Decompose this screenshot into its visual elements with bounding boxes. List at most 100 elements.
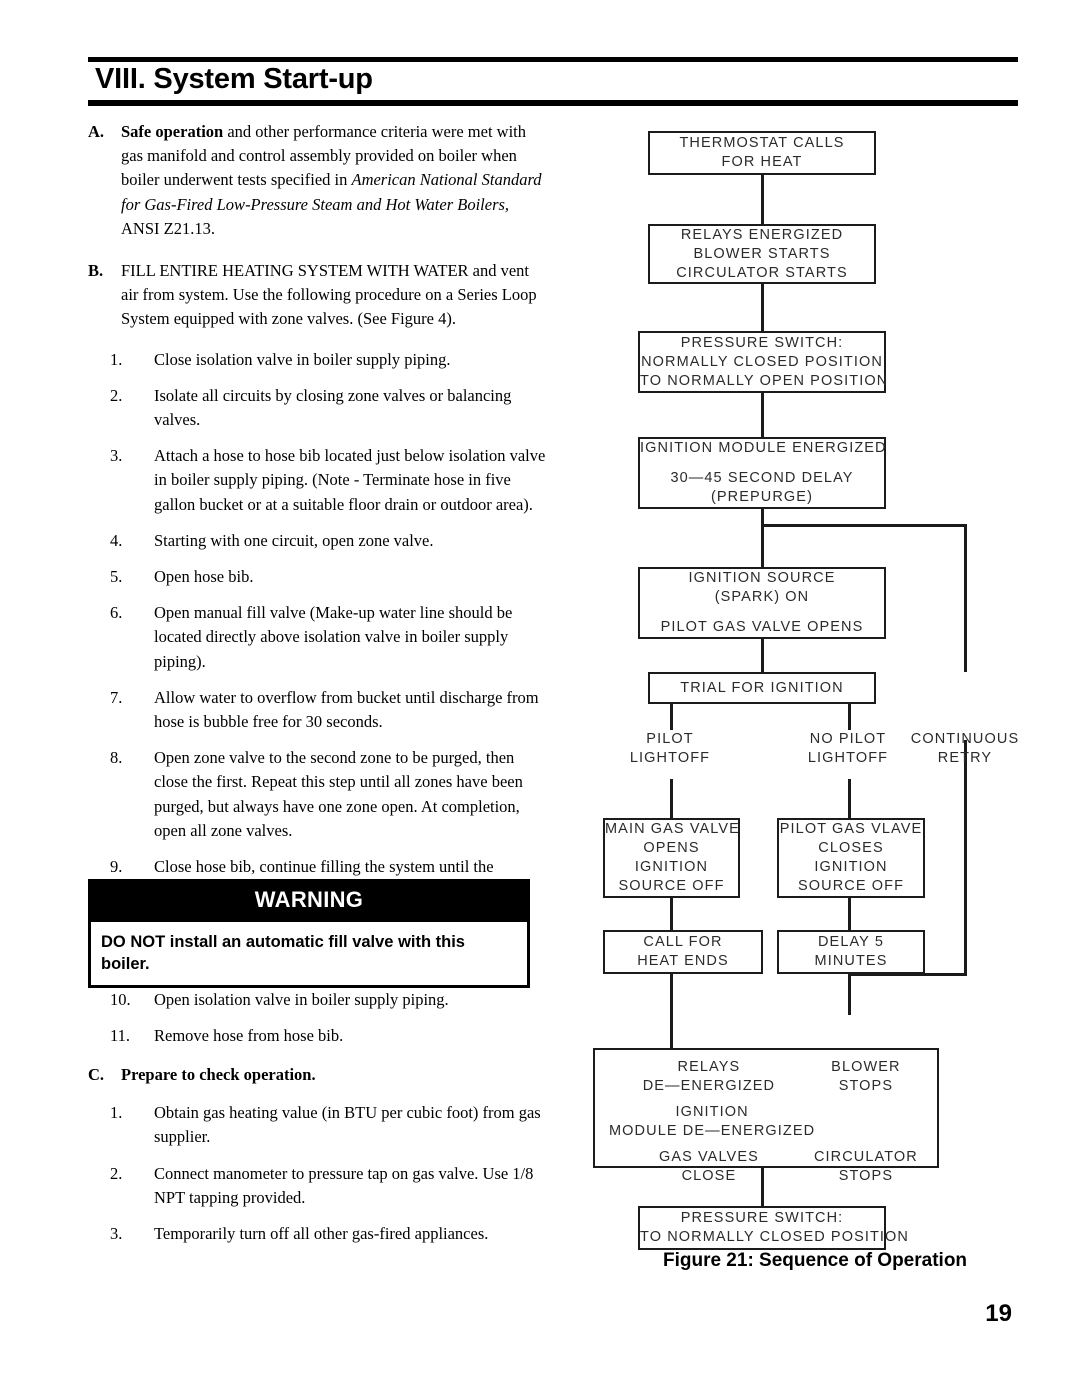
retry-return-down [848, 974, 851, 1015]
list-item: 10. Open isolation valve in boiler suppl… [110, 988, 548, 1012]
page-title: VIII. System Start-up [95, 63, 373, 95]
flow-line: CLOSE [681, 1168, 737, 1184]
list-item: 7. Allow water to overflow from bucket u… [110, 686, 548, 734]
flow-line: SOURCE OFF [618, 878, 725, 894]
list-item-text: Open isolation valve in boiler supply pi… [154, 990, 449, 1009]
flow-box-pilot-gas-valve-closes: PILOT GAS VLAVE CLOSES IGNITION SOURCE O… [777, 818, 925, 898]
section-c-letter: C. [88, 1065, 105, 1084]
flow-line: IGNITION MODULE ENERGIZED [640, 440, 887, 456]
procedure-list-c: 1. Obtain gas heating value (in BTU per … [88, 1101, 548, 1246]
flow-line: (PREPURGE) [710, 489, 814, 505]
flow-line: RETRY [937, 750, 993, 766]
list-item-number: 3. [110, 1224, 123, 1244]
list-item-number: 1. [110, 1103, 123, 1123]
flow-line: CLOSES [818, 840, 884, 856]
list-item: 2. Isolate all circuits by closing zone … [110, 384, 548, 432]
flow-box-trial-for-ignition: TRIAL FOR IGNITION [648, 672, 876, 704]
flow-box-delay-5-minutes: DELAY 5 MINUTES [777, 930, 925, 974]
flow-line: CIRCULATOR [813, 1149, 918, 1165]
flow-line: RELAYS ENERGIZED [680, 226, 844, 243]
shutdown-row: GAS VALVES CLOSE CIRCULATOR STOPS [595, 1148, 937, 1186]
flow-line: MODULE DE—ENERGIZED [609, 1123, 816, 1139]
flow-box-pressure-switch-closed: PRESSURE SWITCH: TO NORMALLY CLOSED POSI… [638, 1206, 908, 1250]
retry-loop-right-lower [964, 740, 967, 975]
flow-connector [761, 509, 764, 567]
flow-line: TRIAL FOR IGNITION [680, 679, 844, 696]
flow-line: DELAY 5 [817, 934, 884, 950]
flow-line: NO PILOT [809, 731, 887, 747]
flow-line: CIRCULATOR STARTS [676, 264, 848, 281]
shutdown-cell-relays: RELAYS DE—ENERGIZED [609, 1058, 809, 1096]
flow-line: MAIN GAS VALVE [605, 821, 740, 837]
procedure-list-b-continued: 10. Open isolation valve in boiler suppl… [88, 988, 548, 1060]
flow-box-pressure-switch-open: PRESSURE SWITCH: NORMALLY CLOSED POSITIO… [638, 331, 889, 393]
shutdown-row: RELAYS DE—ENERGIZED BLOWER STOPS [595, 1058, 937, 1096]
flow-spacer [640, 458, 884, 469]
list-item-number: 8. [110, 748, 123, 768]
flow-line: CALL FOR [643, 934, 723, 950]
flow-line: TO NORMALLY OPEN POSITION [640, 372, 889, 389]
flow-line: PILOT [646, 731, 694, 747]
section-b-letter: B. [88, 261, 104, 281]
flow-line: (SPARK) ON [714, 589, 810, 605]
list-item: 1. Obtain gas heating value (in BTU per … [110, 1101, 548, 1149]
flow-line: SOURCE OFF [797, 878, 905, 894]
branch-no-pilot-upper [848, 704, 851, 730]
section-a-tail: ANSI Z21.13. [121, 218, 215, 238]
flow-label-pilot-lightoff: PILOT LIGHTOFF [610, 730, 730, 768]
list-item: 4. Starting with one circuit, open zone … [110, 529, 548, 553]
list-item-number: 3. [110, 446, 123, 466]
shutdown-cell-gas-valves: GAS VALVES CLOSE [609, 1148, 809, 1186]
section-a: A. Safe operation and other performance … [88, 120, 548, 241]
flow-box-thermostat-calls: THERMOSTAT CALLS FOR HEAT [648, 131, 876, 175]
flow-line: LIGHTOFF [807, 750, 889, 766]
list-item-number: 5. [110, 567, 123, 587]
section-a-text: Safe operation and other performance cri… [121, 120, 548, 241]
page-number: 19 [985, 1300, 1012, 1327]
list-item-number: 6. [110, 603, 123, 623]
flow-box-shutdown: RELAYS DE—ENERGIZED BLOWER STOPS IGNITIO… [593, 1048, 939, 1184]
flow-line: MINUTES [814, 953, 888, 969]
shutdown-cell-ignition-module: IGNITION MODULE DE—ENERGIZED [609, 1103, 815, 1141]
flow-line: HEAT ENDS [637, 953, 729, 969]
body-text-column: A. Safe operation and other performance … [88, 120, 548, 940]
list-item-text: Connect manometer to pressure tap on gas… [154, 1163, 534, 1207]
flow-connector [670, 974, 673, 1048]
list-item-number: 4. [110, 530, 123, 550]
list-item-number: 2. [110, 385, 123, 405]
list-item: 11. Remove hose from hose bib. [110, 1024, 548, 1048]
flow-line: PRESSURE SWITCH: [680, 1210, 844, 1226]
branch-pilot-lower [670, 779, 673, 818]
list-item-text: Isolate all circuits by closing zone val… [154, 385, 512, 430]
flow-box-relays-energized: RELAYS ENERGIZED BLOWER STARTS CIRCULATO… [648, 224, 876, 284]
list-item-text: Allow water to overflow from bucket unti… [154, 687, 539, 732]
retry-loop-right-upper [964, 524, 967, 672]
branch-pilot-upper [670, 704, 673, 730]
list-item-number: 9. [110, 857, 123, 877]
shutdown-row: IGNITION MODULE DE—ENERGIZED [595, 1103, 937, 1141]
flow-connector [761, 639, 764, 672]
flow-line: BLOWER [831, 1059, 901, 1075]
list-item-number: 2. [110, 1163, 123, 1183]
flow-line: CONTINUOUS [910, 731, 1020, 747]
flow-connector [848, 898, 851, 930]
flow-connector [761, 1168, 764, 1206]
list-item-text: Remove hose from hose bib. [154, 1026, 344, 1046]
retry-loop-top [761, 524, 966, 527]
header-rule-bottom [88, 100, 1018, 106]
flow-line: LIGHTOFF [629, 750, 711, 766]
list-item-number: 11. [110, 1026, 131, 1046]
list-item: 2. Connect manometer to pressure tap on … [110, 1162, 548, 1210]
flow-line: NORMALLY CLOSED POSITION [641, 353, 883, 370]
list-item: 6. Open manual fill valve (Make-up water… [110, 601, 548, 674]
flow-connector [761, 393, 764, 437]
list-item-text: Starting with one circuit, open zone val… [154, 530, 434, 550]
flow-box-call-for-heat-ends: CALL FOR HEAT ENDS [603, 930, 763, 974]
flow-line: RELAYS [677, 1059, 741, 1075]
flow-line: THERMOSTAT CALLS [679, 135, 845, 151]
flow-line: PILOT GAS VALVE OPENS [660, 619, 864, 635]
flow-line: PILOT GAS VLAVE [779, 821, 923, 837]
list-item-text: Open hose bib. [154, 567, 254, 587]
sequence-of-operation-flowchart: THERMOSTAT CALLS FOR HEAT RELAYS ENERGIZ… [580, 118, 1050, 1298]
flow-line: IGNITION SOURCE [688, 570, 836, 586]
